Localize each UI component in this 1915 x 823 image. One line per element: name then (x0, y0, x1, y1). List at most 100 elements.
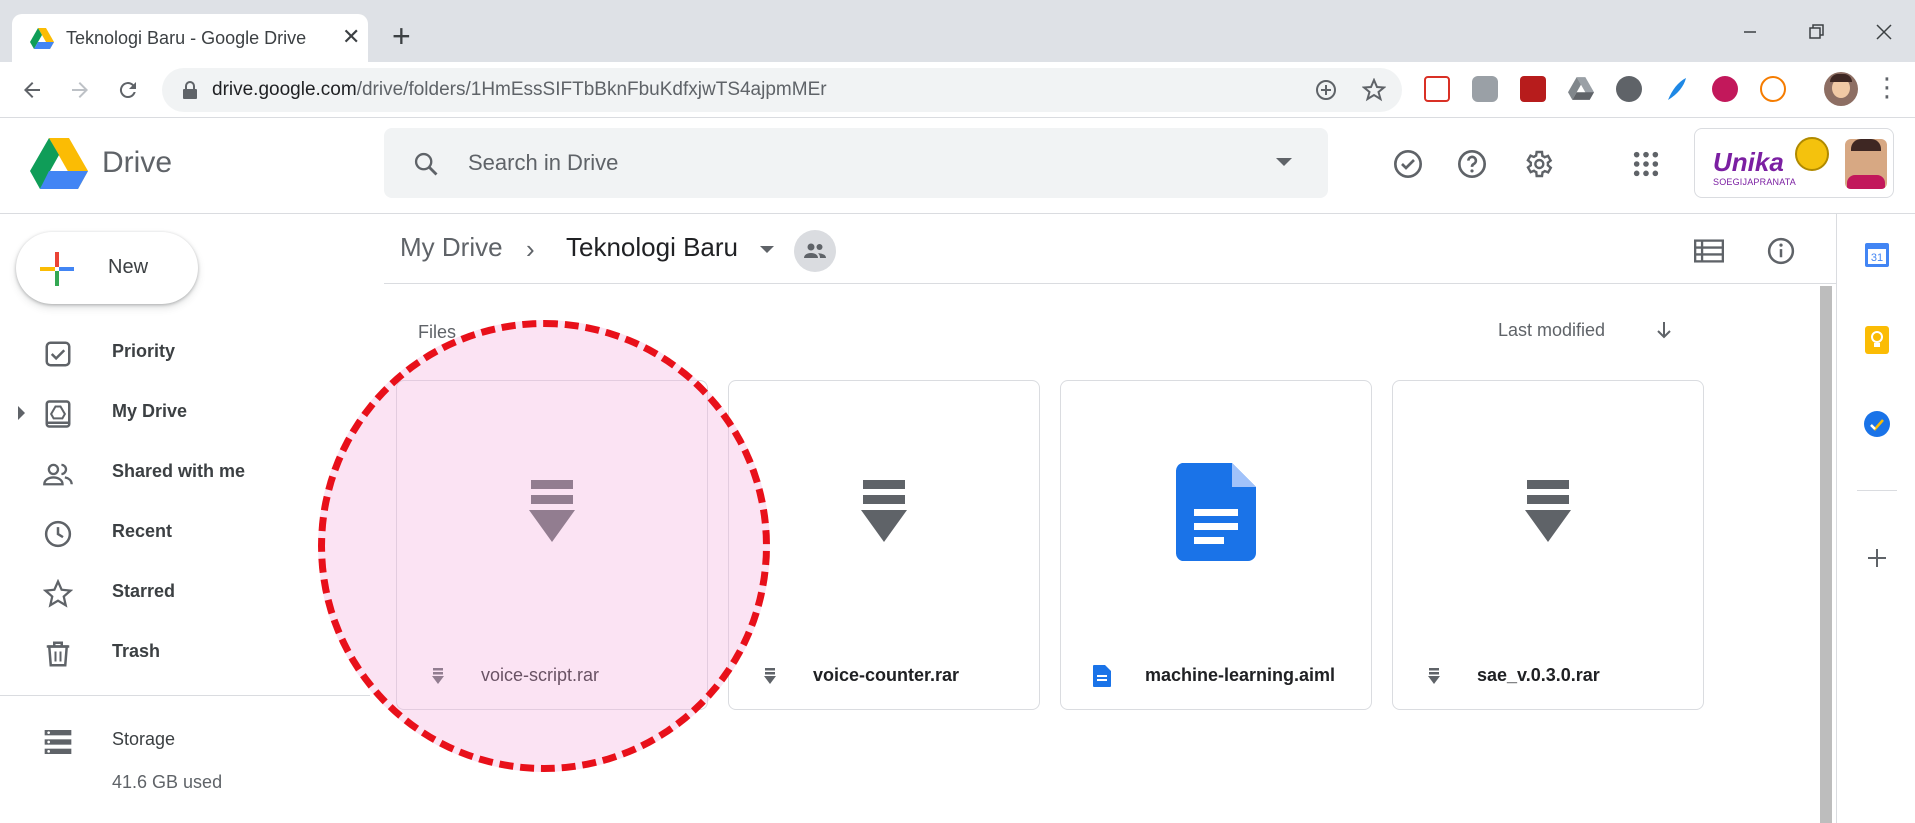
shared-icon (42, 458, 74, 490)
folder-menu-icon[interactable] (760, 246, 774, 253)
sidebar-item-label: Recent (112, 521, 173, 541)
file-card[interactable]: sae_v.0.3.0.rar (1392, 380, 1704, 710)
plus-icon (40, 252, 74, 286)
extension-download-icon[interactable] (1616, 76, 1642, 102)
extension-pinterest-icon[interactable] (1712, 76, 1738, 102)
browser-profile-avatar[interactable] (1824, 72, 1858, 106)
file-thumbnail (397, 381, 707, 643)
expand-arrow-icon[interactable] (18, 406, 25, 420)
account-avatar[interactable] (1845, 139, 1887, 189)
close-window-icon[interactable] (1870, 18, 1898, 46)
address-bar[interactable]: drive.google.com/drive/folders/1HmEssSIF… (162, 68, 1402, 112)
offline-ready-icon[interactable] (1388, 144, 1428, 184)
storage-used-text: 41.6 GB used (112, 772, 223, 792)
search-bar[interactable] (384, 128, 1328, 198)
extension-camera-icon[interactable] (1472, 76, 1498, 102)
extension-feather-icon[interactable] (1664, 76, 1690, 102)
browser-toolbar: drive.google.com/drive/folders/1HmEssSIF… (0, 62, 1915, 118)
sidebar-item-starred[interactable]: Starred (0, 566, 360, 618)
sidebar-item-label: Priority (112, 341, 176, 361)
account-switcher[interactable]: Unika SOEGIJAPRANATA (1694, 128, 1894, 198)
file-card[interactable]: voice-script.rar (396, 380, 708, 710)
sort-direction-icon[interactable] (1652, 318, 1676, 342)
calendar-icon[interactable]: 31 (1863, 240, 1891, 268)
file-card[interactable]: machine-learning.aiml (1060, 380, 1372, 710)
breadcrumb-current[interactable]: Teknologi Baru (566, 232, 738, 263)
sidebar-item-storage[interactable]: Storage (0, 714, 360, 766)
archive-icon (529, 480, 575, 542)
settings-gear-icon[interactable] (1518, 144, 1558, 184)
svg-text:31: 31 (1871, 252, 1883, 264)
keep-icon[interactable] (1863, 326, 1891, 354)
sidebar-item-recent[interactable]: Recent (0, 506, 360, 558)
file-thumbnail (1061, 381, 1371, 643)
sidebar-item-priority[interactable]: Priority (0, 326, 360, 378)
clock-icon (42, 518, 74, 550)
drive-logo-text[interactable]: Drive (102, 146, 172, 180)
extension-pocket-icon[interactable] (1424, 76, 1450, 102)
star-icon (42, 578, 74, 610)
sort-button[interactable]: Last modified (1498, 320, 1605, 341)
url-text[interactable]: drive.google.com/drive/folders/1HmEssSIF… (212, 79, 827, 101)
breadcrumb-root[interactable]: My Drive (400, 232, 503, 263)
shared-folder-icon[interactable] (794, 230, 836, 272)
file-name: sae_v.0.3.0.rar (1477, 665, 1600, 685)
account-brand-sub: SOEGIJAPRANATA (1713, 177, 1796, 187)
zoom-icon[interactable] (1314, 78, 1338, 102)
tasks-icon[interactable] (1863, 410, 1891, 438)
file-name: machine-learning.aiml (1145, 665, 1336, 685)
tab-title: Teknologi Baru - Google Drive (66, 28, 307, 48)
extension-arrow-down-icon[interactable] (1760, 76, 1786, 102)
apps-grid-icon[interactable] (1626, 144, 1666, 184)
search-options-icon[interactable] (1276, 158, 1292, 166)
sidebar-item-label: Starred (112, 581, 176, 601)
browser-tab[interactable]: Teknologi Baru - Google Drive ✕ (12, 14, 368, 62)
main-scrollbar[interactable] (1820, 286, 1832, 823)
archive-small-icon (427, 665, 449, 687)
docs-small-icon (1091, 665, 1113, 687)
extension-drive-icon[interactable] (1568, 76, 1594, 102)
sidebar-item-shared-with-me[interactable]: Shared with me (0, 446, 360, 498)
add-addon-icon[interactable] (1863, 544, 1891, 572)
new-tab-icon[interactable]: + (392, 20, 411, 52)
google-docs-icon (1176, 463, 1256, 561)
lock-icon (183, 81, 197, 99)
files-section-label: Files (418, 322, 457, 342)
back-icon[interactable] (14, 72, 50, 108)
info-icon[interactable] (1762, 232, 1800, 270)
sidebar-item-trash[interactable]: Trash (0, 626, 360, 678)
file-name: voice-counter.rar (813, 665, 960, 685)
storage-label: Storage (112, 729, 176, 749)
new-button-label: New (108, 256, 149, 278)
archive-small-icon (759, 665, 781, 687)
restore-icon[interactable] (1802, 18, 1830, 46)
list-view-icon[interactable] (1690, 232, 1728, 270)
sidebar-item-my-drive[interactable]: My Drive (0, 386, 360, 438)
archive-icon (1525, 480, 1571, 542)
file-thumbnail (729, 381, 1039, 643)
search-icon[interactable] (412, 150, 440, 178)
browser-menu-icon[interactable]: ⋮ (1874, 74, 1900, 100)
drive-logo-icon[interactable] (30, 138, 88, 190)
browser-tabstrip: Teknologi Baru - Google Drive ✕ + (0, 0, 1915, 62)
sidebar-item-label: Trash (112, 641, 161, 661)
file-card[interactable]: voice-counter.rar (728, 380, 1040, 710)
tab-close-icon[interactable]: ✕ (342, 26, 360, 48)
file-name: voice-script.rar (481, 665, 600, 685)
archive-small-icon (1423, 665, 1445, 687)
search-input[interactable] (468, 146, 1228, 180)
extension-pdf-icon[interactable] (1520, 76, 1546, 102)
forward-icon[interactable] (62, 72, 98, 108)
sidebar-item-label: Shared with me (112, 461, 246, 481)
help-icon[interactable] (1452, 144, 1492, 184)
archive-icon (861, 480, 907, 542)
university-seal-icon (1795, 137, 1829, 171)
sidebar-item-label: My Drive (112, 401, 188, 421)
new-button[interactable]: New (16, 232, 198, 304)
reload-icon[interactable] (110, 72, 146, 108)
minimize-icon[interactable] (1736, 18, 1764, 46)
drive-header: Drive Unika SOEGIJAPRANATA (0, 118, 1915, 214)
breadcrumb: My Drive › Teknologi Baru (384, 214, 1836, 284)
bookmark-star-icon[interactable] (1362, 78, 1386, 102)
rail-divider (1857, 490, 1897, 491)
